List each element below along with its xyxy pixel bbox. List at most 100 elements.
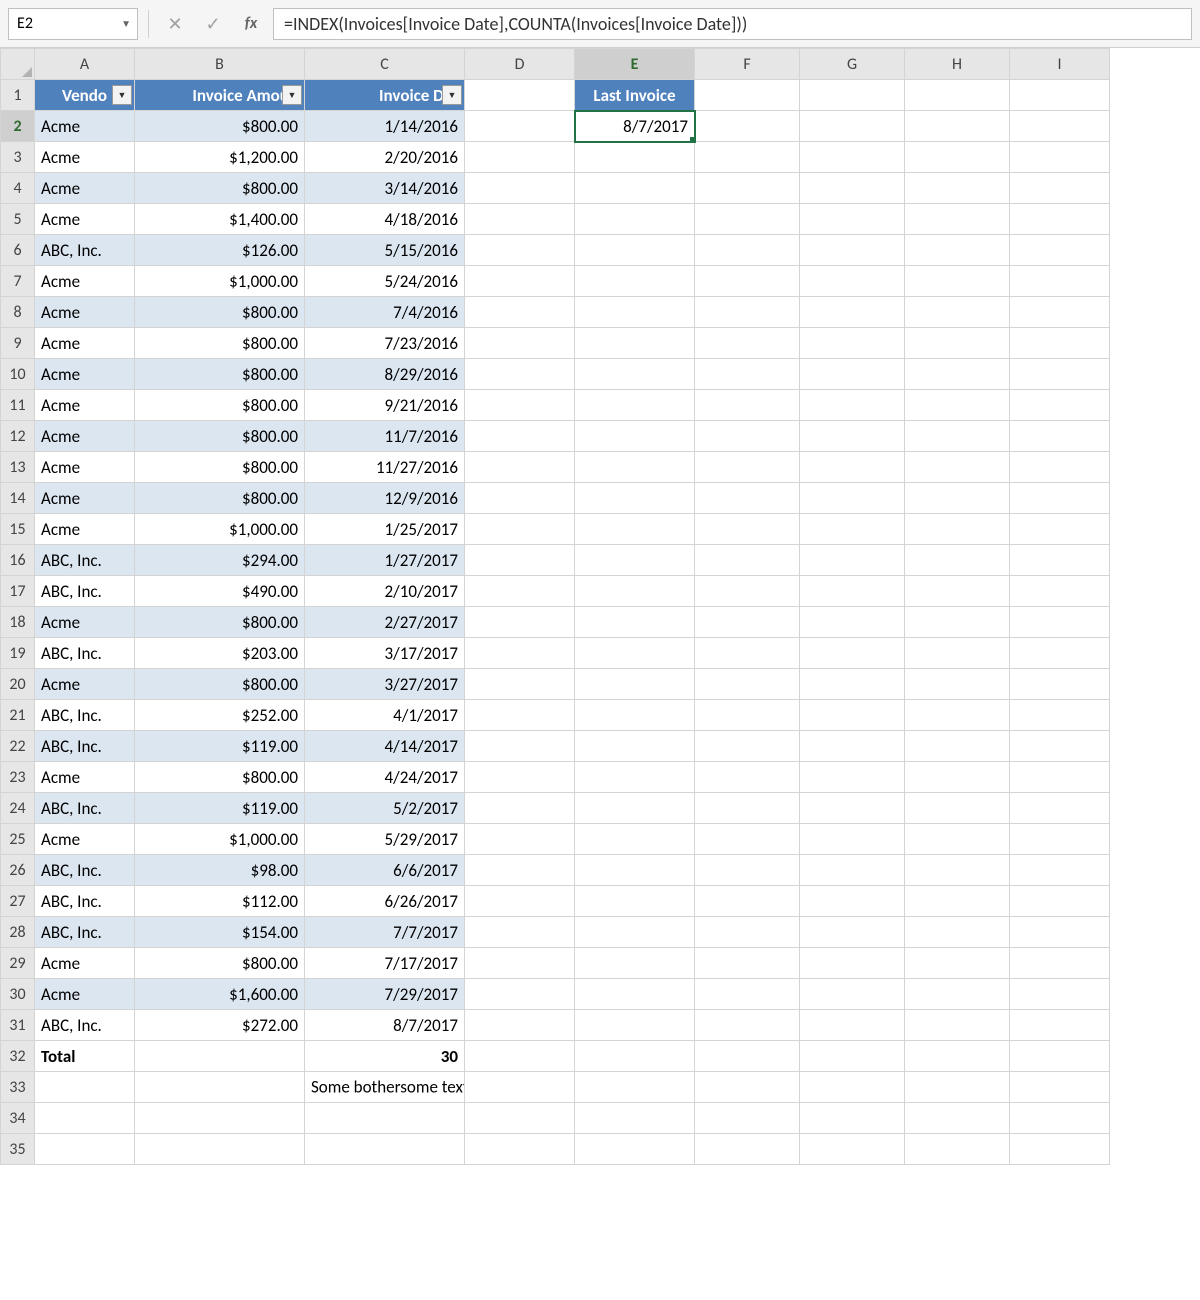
- cell[interactable]: [800, 669, 905, 700]
- cell[interactable]: [905, 142, 1010, 173]
- cell[interactable]: [575, 762, 695, 793]
- cell-vendor[interactable]: Acme: [35, 359, 135, 390]
- cell[interactable]: [905, 607, 1010, 638]
- cell[interactable]: [1010, 917, 1110, 948]
- cell[interactable]: [1010, 700, 1110, 731]
- cell-amount[interactable]: $119.00: [135, 731, 305, 762]
- cell[interactable]: [695, 762, 800, 793]
- cell[interactable]: [800, 1041, 905, 1072]
- table-header-date[interactable]: Invoice Dat▼: [305, 80, 465, 111]
- cell[interactable]: [1010, 359, 1110, 390]
- cell-amount[interactable]: $1,200.00: [135, 142, 305, 173]
- cell[interactable]: [905, 731, 1010, 762]
- cell-date[interactable]: 7/4/2016: [305, 297, 465, 328]
- cell-vendor[interactable]: ABC, Inc.: [35, 793, 135, 824]
- cell[interactable]: [800, 948, 905, 979]
- cell-amount[interactable]: $800.00: [135, 328, 305, 359]
- filter-button[interactable]: ▼: [112, 85, 132, 105]
- cell[interactable]: [800, 514, 905, 545]
- extra-text-cell[interactable]: Some bothersome text: [305, 1072, 465, 1103]
- cell[interactable]: [575, 173, 695, 204]
- row-header[interactable]: 32: [1, 1041, 35, 1072]
- cell[interactable]: [465, 297, 575, 328]
- cell-amount[interactable]: $1,400.00: [135, 204, 305, 235]
- column-header-G[interactable]: G: [800, 49, 905, 80]
- cell-vendor[interactable]: ABC, Inc.: [35, 576, 135, 607]
- cell[interactable]: [1010, 1134, 1110, 1165]
- cell[interactable]: [905, 1010, 1010, 1041]
- cell[interactable]: [1010, 886, 1110, 917]
- cell-amount[interactable]: $800.00: [135, 390, 305, 421]
- cell[interactable]: [905, 669, 1010, 700]
- cell[interactable]: [465, 762, 575, 793]
- cell-amount[interactable]: $800.00: [135, 111, 305, 142]
- cell-vendor[interactable]: Acme: [35, 390, 135, 421]
- cell-amount[interactable]: $800.00: [135, 452, 305, 483]
- cell-vendor[interactable]: Acme: [35, 514, 135, 545]
- cell[interactable]: [465, 545, 575, 576]
- cell-date[interactable]: 7/7/2017: [305, 917, 465, 948]
- cell[interactable]: [465, 979, 575, 1010]
- row-header[interactable]: 30: [1, 979, 35, 1010]
- cell[interactable]: [695, 979, 800, 1010]
- cell[interactable]: [695, 917, 800, 948]
- cell-amount[interactable]: $800.00: [135, 297, 305, 328]
- cell[interactable]: [305, 1103, 465, 1134]
- cell[interactable]: [905, 886, 1010, 917]
- cell[interactable]: [1010, 1072, 1110, 1103]
- cell[interactable]: [695, 483, 800, 514]
- cell[interactable]: [905, 917, 1010, 948]
- cell[interactable]: [465, 483, 575, 514]
- cell[interactable]: [695, 948, 800, 979]
- cell[interactable]: [800, 638, 905, 669]
- cell[interactable]: [905, 762, 1010, 793]
- cell[interactable]: [575, 483, 695, 514]
- row-header[interactable]: 19: [1, 638, 35, 669]
- cell-date[interactable]: 1/25/2017: [305, 514, 465, 545]
- cell-amount[interactable]: $119.00: [135, 793, 305, 824]
- row-header[interactable]: 9: [1, 328, 35, 359]
- row-header[interactable]: 13: [1, 452, 35, 483]
- cell[interactable]: [800, 793, 905, 824]
- cell[interactable]: [1010, 638, 1110, 669]
- cell[interactable]: [575, 979, 695, 1010]
- cell[interactable]: [465, 669, 575, 700]
- cell[interactable]: [465, 235, 575, 266]
- cell[interactable]: [905, 235, 1010, 266]
- row-header[interactable]: 1: [1, 80, 35, 111]
- cell[interactable]: [465, 793, 575, 824]
- cell[interactable]: [905, 824, 1010, 855]
- cell[interactable]: [905, 514, 1010, 545]
- cell[interactable]: [800, 545, 905, 576]
- cell-vendor[interactable]: Acme: [35, 669, 135, 700]
- cell[interactable]: [800, 266, 905, 297]
- cell[interactable]: [575, 1134, 695, 1165]
- table-header-vendor[interactable]: Vendo▼: [35, 80, 135, 111]
- cancel-icon[interactable]: ✕: [159, 8, 191, 40]
- cell[interactable]: [575, 1103, 695, 1134]
- cell[interactable]: [1010, 1041, 1110, 1072]
- cell[interactable]: [905, 1041, 1010, 1072]
- cell[interactable]: [1010, 483, 1110, 514]
- cell[interactable]: [575, 328, 695, 359]
- cell-amount[interactable]: $154.00: [135, 917, 305, 948]
- cell-vendor[interactable]: Acme: [35, 948, 135, 979]
- column-header-E[interactable]: E: [575, 49, 695, 80]
- cell[interactable]: [1010, 514, 1110, 545]
- row-header[interactable]: 25: [1, 824, 35, 855]
- cell[interactable]: [695, 111, 800, 142]
- row-header[interactable]: 31: [1, 1010, 35, 1041]
- cell[interactable]: [800, 1072, 905, 1103]
- cell[interactable]: [905, 1072, 1010, 1103]
- cell-date[interactable]: 12/9/2016: [305, 483, 465, 514]
- cell[interactable]: [695, 1041, 800, 1072]
- cell-vendor[interactable]: ABC, Inc.: [35, 886, 135, 917]
- cell-vendor[interactable]: Acme: [35, 824, 135, 855]
- cell[interactable]: [575, 452, 695, 483]
- cell[interactable]: [1010, 80, 1110, 111]
- cell[interactable]: [575, 886, 695, 917]
- cell[interactable]: [800, 1010, 905, 1041]
- cell[interactable]: [905, 111, 1010, 142]
- cell[interactable]: [905, 173, 1010, 204]
- cell-date[interactable]: 5/2/2017: [305, 793, 465, 824]
